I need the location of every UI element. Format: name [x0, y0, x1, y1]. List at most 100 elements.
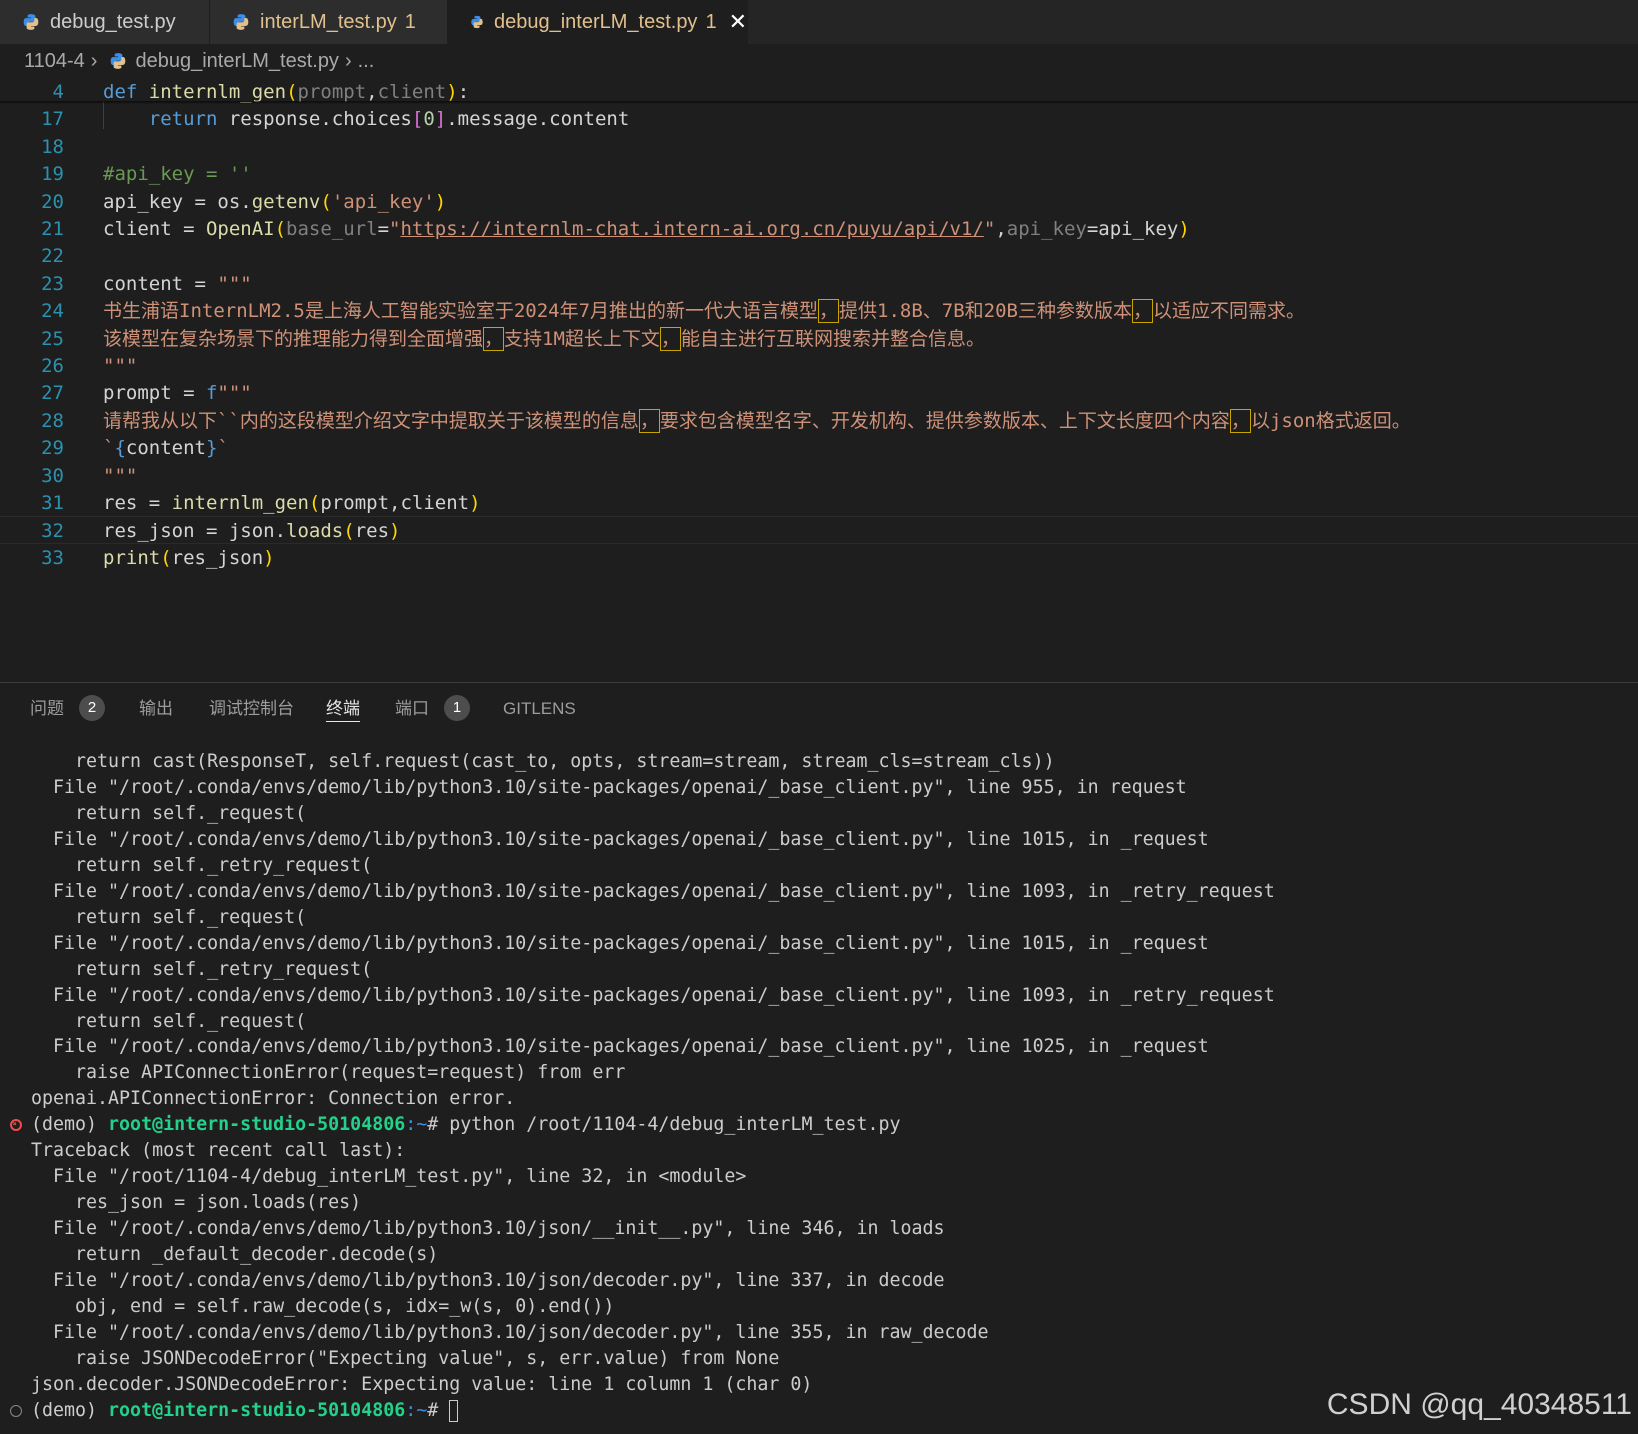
tab-output[interactable]: 输出 [139, 697, 173, 721]
line-number: 18 [41, 136, 64, 158]
terminal-prompt: (demo) root@intern-studio-50104806:~# [31, 1398, 459, 1424]
code-line[interactable]: 29 `{content}` [0, 434, 1638, 462]
line-number: 33 [41, 547, 64, 569]
code-text: 请帮我从以下``内的这段模型介绍文字中提取关于该模型的信息，要求包含模型名字、开… [103, 409, 1411, 433]
python-icon [471, 15, 483, 29]
tab-debug-test[interactable]: debug_test.py [0, 0, 210, 44]
breadcrumb-file[interactable]: debug_interLM_test.py [135, 50, 338, 73]
panel-tabs: 问题 2 输出 调试控制台 终端 端口 1 GITLENS [0, 683, 1638, 733]
line-number: 24 [41, 300, 64, 322]
python-icon [111, 53, 126, 69]
code-line[interactable]: 27 prompt = f""" [0, 379, 1638, 407]
code-text: prompt = f""" [103, 382, 252, 404]
line-number: 22 [41, 245, 64, 267]
tab-debug-console[interactable]: 调试控制台 [209, 697, 294, 721]
line-number: 21 [41, 218, 64, 240]
line-number: 29 [41, 437, 64, 459]
close-icon[interactable]: ✕ [729, 9, 747, 35]
line-number: 30 [41, 465, 64, 487]
chevron-right-icon: › [90, 49, 98, 72]
terminal-line: File "/root/.conda/envs/demo/lib/python3… [31, 1270, 945, 1291]
terminal-line: return self._request( [31, 907, 307, 928]
sticky-scroll-shadow [0, 101, 1638, 104]
tab-gitlens[interactable]: GITLENS [503, 697, 576, 721]
prompt-sym: # [427, 1114, 450, 1135]
code-line[interactable]: 31 res = internlm_gen(prompt,client) [0, 489, 1638, 517]
line-number: 25 [41, 328, 64, 350]
line-number: 31 [41, 492, 64, 514]
code-line[interactable]: 26 """ [0, 352, 1638, 380]
terminal-line: res_json = json.loads(res) [31, 1192, 362, 1213]
code-text: 书生浦语InternLM2.5是上海人工智能实验室于2024年7月推出的新一代大… [103, 299, 1306, 323]
terminal-line: return cast(ResponseT, self.request(cast… [31, 751, 1055, 772]
watermark: CSDN @qq_40348511 [1326, 1388, 1632, 1421]
prompt-cmd: python /root/1104-4/debug_interLM_test.p… [449, 1114, 901, 1135]
terminal-line: File "/root/1104-4/debug_interLM_test.py… [31, 1166, 747, 1187]
code-line[interactable]: 25 该模型在复杂场景下的推理能力得到全面增强，支持1M超长上下文，能自主进行互联… [0, 325, 1638, 353]
prompt-user: root@intern-studio-50104806 [108, 1114, 406, 1135]
chevron-right-icon: › [344, 49, 352, 72]
code-line[interactable]: 24 书生浦语InternLM2.5是上海人工智能实验室于2024年7月推出的新一… [0, 297, 1638, 325]
prompt-path: :~ [405, 1114, 428, 1135]
terminal-line: File "/root/.conda/envs/demo/lib/python3… [31, 829, 1209, 850]
tab-label: interLM_test.py [260, 10, 397, 33]
terminal-line: File "/root/.conda/envs/demo/lib/python3… [31, 1036, 1209, 1057]
problems-badge: 2 [79, 695, 105, 721]
terminal-line: File "/root/.conda/envs/demo/lib/python3… [31, 881, 1275, 902]
code-text: return response.choices[0].message.conte… [148, 108, 630, 130]
breadcrumb: 1104-4 › debug_interLM_test.py › ... [0, 44, 1638, 78]
terminal-line: return self._request( [31, 803, 307, 824]
code-line[interactable]: 17 return response.choices[0].message.co… [0, 105, 1638, 133]
code-line[interactable]: 33 print(res_json) [0, 544, 1638, 572]
tab-terminal[interactable]: 终端 [326, 697, 360, 722]
tab-ports[interactable]: 端口 [395, 697, 429, 721]
terminal-prompt: (demo) root@intern-studio-50104806:~# py… [31, 1112, 901, 1138]
code-line[interactable]: 18 [0, 133, 1638, 161]
line-number: 32 [41, 520, 64, 542]
prompt-env: (demo) [31, 1400, 109, 1421]
terminal-line: File "/root/.conda/envs/demo/lib/python3… [31, 1218, 945, 1239]
code-line[interactable]: 22 [0, 242, 1638, 270]
terminal-cursor [449, 1400, 459, 1422]
terminal-line: return self._request( [31, 1011, 307, 1032]
line-number: 17 [41, 108, 64, 130]
tab-debug-interlm-test[interactable]: debug_interLM_test.py 1 ✕ [448, 0, 748, 44]
code-line[interactable]: 20 api_key = os.getenv('api_key') [0, 188, 1638, 216]
terminal-line: Traceback (most recent call last): [31, 1140, 406, 1161]
code-text: api_key = os.getenv('api_key') [103, 191, 447, 213]
idle-status-icon[interactable] [10, 1405, 22, 1417]
code-text: res = internlm_gen(prompt,client) [103, 492, 481, 514]
terminal-line: return self._retry_request( [31, 959, 373, 980]
tab-label: debug_interLM_test.py [493, 10, 698, 33]
code-line[interactable]: 30 """ [0, 462, 1638, 490]
breadcrumb-more[interactable]: ... [358, 50, 375, 73]
code-line[interactable]: 19 #api_key = '' [0, 160, 1638, 188]
editor-tab-bar: debug_test.py interLM_test.py 1 debug_in… [0, 0, 1638, 44]
prompt-path: :~ [405, 1400, 428, 1421]
terminal-line: return _default_decoder.decode(s) [31, 1244, 439, 1265]
code-text: client = OpenAI(base_url="https://intern… [103, 218, 1190, 240]
problem-count: 1 [404, 10, 416, 33]
breadcrumb-folder[interactable]: 1104-4 [24, 50, 85, 73]
indent-guide [103, 101, 104, 129]
code-line[interactable]: 23 content = """ [0, 270, 1638, 298]
tab-label: debug_test.py [50, 10, 176, 33]
error-status-icon[interactable] [10, 1119, 22, 1131]
line-number: 27 [41, 382, 64, 404]
terminal-line: raise JSONDecodeError("Expecting value",… [31, 1348, 780, 1369]
tab-problems[interactable]: 问题 [30, 697, 64, 721]
prompt-sym: # [427, 1400, 450, 1421]
code-line[interactable]: 21 client = OpenAI(base_url="https://inte… [0, 215, 1638, 243]
code-line[interactable]: 32 res_json = json.loads(res) [0, 516, 1638, 544]
terminal-line: return self._retry_request( [31, 855, 373, 876]
code-editor[interactable]: 4 def internlm_gen(prompt,client): 17 retu… [0, 78, 1638, 676]
terminal-line: openai.APIConnectionError: Connection er… [31, 1088, 516, 1109]
tab-interlm-test[interactable]: interLM_test.py 1 [210, 0, 448, 44]
code-line[interactable]: 28 请帮我从以下``内的这段模型介绍文字中提取关于该模型的信息，要求包含模型名字… [0, 407, 1638, 435]
terminal-line: File "/root/.conda/envs/demo/lib/python3… [31, 777, 1187, 798]
code-text: `{content}` [103, 437, 229, 459]
prompt-env: (demo) [31, 1114, 109, 1135]
code-text: """ [103, 355, 138, 377]
code-text: #api_key = '' [103, 163, 252, 185]
code-text: content = """ [103, 273, 252, 295]
